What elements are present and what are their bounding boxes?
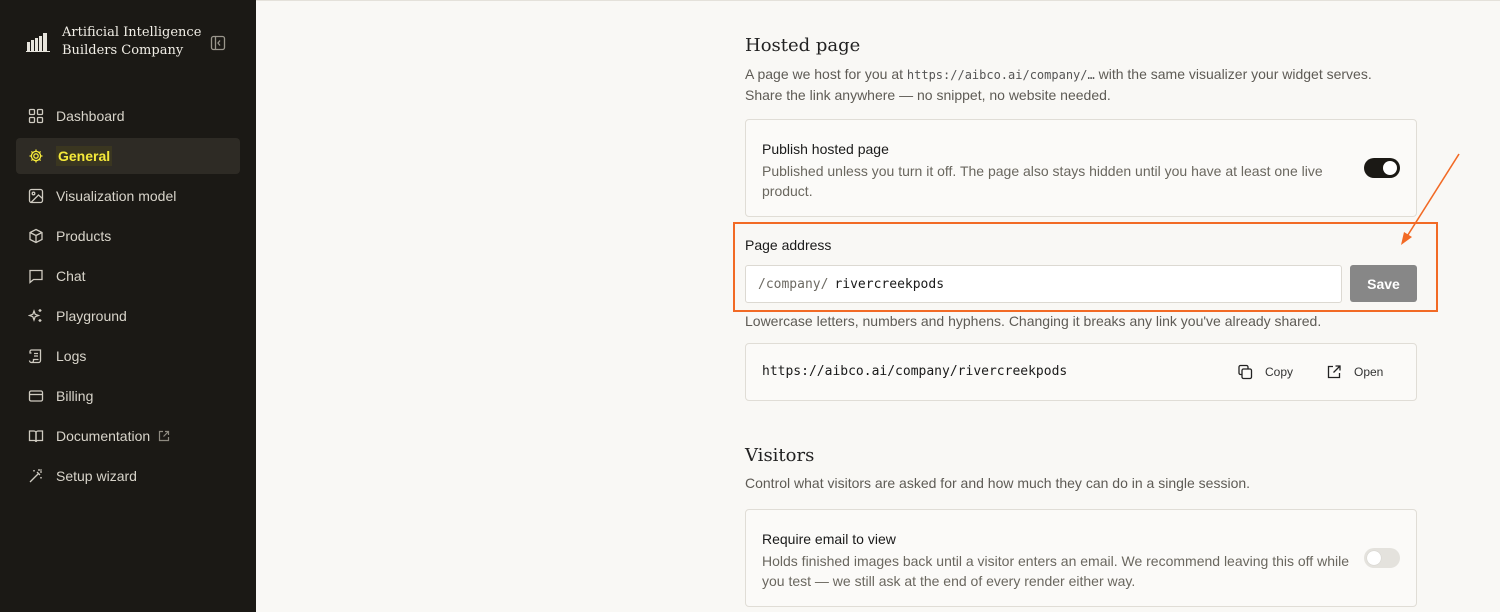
copy-icon: [1237, 364, 1253, 380]
collapse-sidebar-icon[interactable]: [210, 35, 226, 51]
sidebar-item-label: Documentation: [56, 428, 151, 444]
book-icon: [28, 428, 44, 444]
building-logo-icon: [26, 32, 50, 56]
require-email-title: Require email to view: [762, 531, 896, 547]
sidebar-item-label: Playground: [56, 308, 127, 324]
desc-line2: Share the link anywhere — no snippet, no…: [745, 87, 1111, 103]
brand-name-line2: Builders Company: [62, 43, 184, 58]
sidebar-item-billing[interactable]: Billing: [16, 378, 240, 414]
sidebar-item-label: Visualization model: [56, 188, 177, 204]
desc-suffix: with the same visualizer your widget ser…: [1094, 66, 1372, 82]
sidebar-item-label: General: [56, 146, 113, 166]
sidebar-item-products[interactable]: Products: [16, 218, 240, 254]
wand-icon: [28, 468, 44, 484]
sidebar-item-setup-wizard[interactable]: Setup wizard: [16, 458, 240, 494]
credit-card-icon: [28, 388, 44, 404]
sidebar-item-label: Logs: [56, 348, 87, 364]
annotation-arrow-icon: [1401, 153, 1460, 245]
url-card: https://aibco.ai/company/rivercreekpods …: [745, 343, 1417, 401]
require-email-description: Holds finished images back until a visit…: [762, 553, 1349, 589]
box-icon: [28, 228, 44, 244]
sidebar-item-chat[interactable]: Chat: [16, 258, 240, 294]
grid-icon: [28, 108, 44, 124]
publish-card: Publish hosted page Published unless you…: [745, 119, 1417, 217]
sidebar-item-label: Chat: [56, 268, 86, 284]
toggle-knob: [1367, 551, 1381, 565]
sidebar: Artificial Intelligence Builders Company…: [0, 0, 256, 612]
sidebar-item-documentation[interactable]: Documentation: [16, 418, 240, 454]
address-hint: Lowercase letters, numbers and hyphens. …: [745, 313, 1322, 329]
visitors-description: Control what visitors are asked for and …: [745, 475, 1251, 491]
hosted-page-description: A page we host for you at https://aibco.…: [745, 64, 1417, 105]
sidebar-item-logs[interactable]: Logs: [16, 338, 240, 374]
gear-icon: [28, 148, 44, 164]
hosted-page-title: Hosted page: [745, 35, 861, 56]
require-email-card: Require email to view Holds finished ima…: [745, 509, 1417, 607]
require-email-toggle[interactable]: [1364, 548, 1400, 568]
sidebar-item-visualization-model[interactable]: Visualization model: [16, 178, 240, 214]
external-link-icon: [1326, 364, 1342, 380]
visitors-title: Visitors: [745, 445, 815, 466]
copy-label: Copy: [1265, 365, 1294, 379]
image-icon: [28, 188, 44, 204]
open-label: Open: [1354, 365, 1384, 379]
brand[interactable]: Artificial Intelligence Builders Company: [26, 24, 201, 60]
top-divider: [256, 0, 1500, 1]
sidebar-nav: Dashboard General Visualization model Pr…: [16, 98, 240, 498]
publish-description: Published unless you turn it off. The pa…: [762, 163, 1323, 199]
brand-name-line1: Artificial Intelligence: [62, 25, 202, 40]
desc-prefix: A page we host for you at: [745, 66, 907, 82]
sidebar-item-label: Setup wizard: [56, 468, 137, 484]
sidebar-item-playground[interactable]: Playground: [16, 298, 240, 334]
desc-url: https://aibco.ai/company/…: [906, 68, 1095, 82]
scroll-icon: [28, 348, 44, 364]
sparkles-icon: [28, 308, 44, 324]
copy-button[interactable]: Copy: [1237, 364, 1293, 380]
open-button[interactable]: Open: [1326, 364, 1383, 380]
publish-title: Publish hosted page: [762, 141, 889, 157]
sidebar-item-general[interactable]: General: [16, 138, 240, 174]
annotation-highlight-box: [733, 222, 1438, 312]
sidebar-item-label: Billing: [56, 388, 94, 404]
full-url: https://aibco.ai/company/rivercreekpods: [762, 364, 1068, 379]
sidebar-item-label: Products: [56, 228, 112, 244]
external-link-icon: [158, 430, 170, 442]
sidebar-item-label: Dashboard: [56, 108, 125, 124]
chat-icon: [28, 268, 44, 284]
sidebar-item-dashboard[interactable]: Dashboard: [16, 98, 240, 134]
